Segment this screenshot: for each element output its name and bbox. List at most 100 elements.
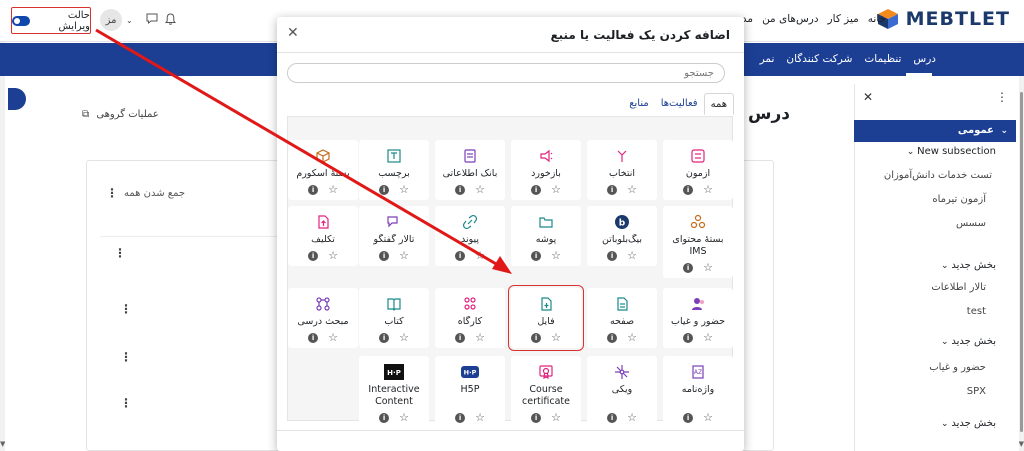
user-menu[interactable]: ⌄ مز — [100, 9, 133, 31]
scrollbar-thumb[interactable] — [1020, 92, 1023, 432]
star-icon[interactable]: ☆ — [328, 250, 338, 261]
activity-tile-ims[interactable]: بستهٔ محتوای IMS i ☆ — [663, 206, 733, 278]
activity-tile-choice[interactable]: انتخاب i ☆ — [587, 140, 657, 200]
tab-settings[interactable]: تنظیمات — [864, 43, 901, 76]
drawer-item[interactable]: بخش جدید ⌄ — [941, 260, 1016, 271]
activity-tile-label[interactable]: برچسب i ☆ — [359, 140, 429, 200]
info-icon[interactable]: i — [531, 333, 542, 343]
info-icon[interactable]: i — [379, 333, 390, 343]
close-icon[interactable]: ✕ — [287, 25, 299, 41]
info-icon[interactable]: i — [531, 251, 542, 261]
notification-bell-icon[interactable] — [164, 13, 177, 25]
star-icon[interactable]: ☆ — [627, 412, 637, 423]
star-icon[interactable]: ☆ — [399, 184, 409, 195]
tab-participants[interactable]: شرکت کنندگان — [786, 43, 852, 76]
star-icon[interactable]: ☆ — [703, 262, 713, 273]
info-icon[interactable]: i — [683, 413, 694, 423]
star-icon[interactable]: ☆ — [399, 412, 409, 423]
activity-tile-folder[interactable]: پوشه i ☆ — [511, 206, 581, 266]
nav-dashboard[interactable]: میز کار — [828, 13, 859, 25]
tab-activities[interactable]: فعالیت‌ها — [655, 93, 704, 115]
tab-all[interactable]: همه — [703, 93, 734, 115]
star-icon[interactable]: ☆ — [328, 332, 338, 343]
activity-menu-icon[interactable]: ⋮ — [120, 396, 132, 410]
edit-mode-toggle[interactable]: حالت ویرایش — [11, 7, 91, 34]
activity-tile-glossary[interactable]: AZ واژه‌نامه i ☆ — [663, 356, 733, 428]
messages-icon[interactable] — [146, 13, 158, 25]
star-icon[interactable]: ☆ — [703, 332, 713, 343]
info-icon[interactable]: i — [607, 251, 618, 261]
activity-tile-bigbluebutton[interactable]: b بیگ‌بلوباتن i ☆ — [587, 206, 657, 266]
activity-menu-icon[interactable]: ⋮ — [120, 302, 132, 316]
info-icon[interactable]: i — [379, 251, 390, 261]
tab-course[interactable]: درس — [913, 43, 936, 76]
info-icon[interactable]: i — [379, 413, 390, 423]
close-icon[interactable]: ✕ — [863, 90, 873, 104]
info-icon[interactable]: i — [683, 263, 694, 273]
star-icon[interactable]: ☆ — [399, 332, 409, 343]
activity-menu-icon[interactable]: ⋮ — [120, 350, 132, 364]
drawer-item[interactable]: New subsection ⌄ — [907, 146, 1016, 157]
info-icon[interactable]: i — [683, 185, 694, 195]
drawer-item[interactable]: بخش جدید ⌄ — [941, 418, 1016, 429]
star-icon[interactable]: ☆ — [551, 412, 561, 423]
activity-tile-scorm[interactable]: بستهٔ اسکورم i ☆ — [288, 140, 358, 200]
drawer-item[interactable]: سسس — [956, 218, 1016, 229]
info-icon[interactable]: i — [455, 413, 466, 423]
star-icon[interactable]: ☆ — [703, 184, 713, 195]
drawer-item[interactable]: SPX — [967, 386, 1016, 397]
star-icon[interactable]: ☆ — [551, 332, 561, 343]
drawer-item[interactable]: حضور و غیاب — [929, 362, 1016, 373]
drawer-item[interactable]: بخش جدید ⌄ — [941, 336, 1016, 347]
activity-tile-book[interactable]: کتاب i ☆ — [359, 288, 429, 348]
site-logo[interactable]: MEBTLET — [876, 7, 1010, 31]
star-icon[interactable]: ☆ — [551, 250, 561, 261]
toggle-switch[interactable] — [12, 15, 30, 26]
activity-tile-database[interactable]: بانک اطلاعاتی i ☆ — [435, 140, 505, 200]
tab-grades[interactable]: نمر — [760, 43, 775, 76]
scroll-down-icon[interactable]: ▼ — [1019, 440, 1024, 448]
page-scrollbar[interactable] — [1019, 42, 1024, 451]
section-general[interactable]: عمومی ⌄ — [854, 120, 1016, 142]
activity-tile-workshop[interactable]: کارگاه i ☆ — [435, 288, 505, 348]
drawer-item[interactable]: آزمون تیرماه — [932, 194, 1016, 205]
activity-tile-forum[interactable]: تالار گفتگو i ☆ — [359, 206, 429, 266]
star-icon[interactable]: ☆ — [627, 250, 637, 261]
tab-resources[interactable]: منابع — [623, 93, 655, 115]
activity-tile-wiki[interactable]: ویکی i ☆ — [587, 356, 657, 428]
activity-tile-certificate[interactable]: Course certificate i ☆ — [511, 356, 581, 428]
collapse-all-link[interactable]: جمع شدن همه — [124, 188, 185, 199]
star-icon[interactable]: ☆ — [703, 412, 713, 423]
block-drawer-toggle[interactable] — [8, 88, 26, 110]
nav-home[interactable]: خانه — [868, 13, 886, 25]
activity-tile-lesson[interactable]: مبحث درسی i ☆ — [288, 288, 358, 348]
info-icon[interactable]: i — [455, 185, 466, 195]
star-icon[interactable]: ☆ — [328, 184, 338, 195]
search-input[interactable] — [287, 63, 725, 83]
star-icon[interactable]: ☆ — [399, 250, 409, 261]
activity-tile-quiz[interactable]: آزمون i ☆ — [663, 140, 733, 200]
activity-tile-url[interactable]: پیوند i ☆ — [435, 206, 505, 266]
drawer-options-icon[interactable]: ⋮ — [996, 90, 1008, 104]
activity-tile-file[interactable]: فایل i ☆ — [508, 285, 584, 351]
info-icon[interactable]: i — [607, 333, 618, 343]
activity-menu-icon[interactable]: ⋮ — [114, 246, 126, 260]
info-icon[interactable]: i — [455, 333, 466, 343]
star-icon[interactable]: ☆ — [475, 250, 485, 261]
bulk-edit-link[interactable]: عملیات گروهی ⧉ — [82, 109, 159, 120]
info-icon[interactable]: i — [455, 251, 466, 261]
info-icon[interactable]: i — [683, 333, 694, 343]
drawer-item[interactable]: تالار اطلاعات — [931, 282, 1016, 293]
page-scrollbar-left[interactable] — [0, 42, 5, 451]
activity-tile-assignment[interactable]: تکلیف i ☆ — [288, 206, 358, 266]
info-icon[interactable]: i — [308, 251, 319, 261]
star-icon[interactable]: ☆ — [551, 184, 561, 195]
star-icon[interactable]: ☆ — [627, 332, 637, 343]
section-menu-icon[interactable]: ⋮ — [106, 186, 118, 200]
star-icon[interactable]: ☆ — [475, 412, 485, 423]
activity-tile-attendance[interactable]: حضور و غیاب i ☆ — [663, 288, 733, 348]
info-icon[interactable]: i — [531, 185, 542, 195]
info-icon[interactable]: i — [531, 413, 542, 423]
info-icon[interactable]: i — [308, 185, 319, 195]
star-icon[interactable]: ☆ — [475, 184, 485, 195]
